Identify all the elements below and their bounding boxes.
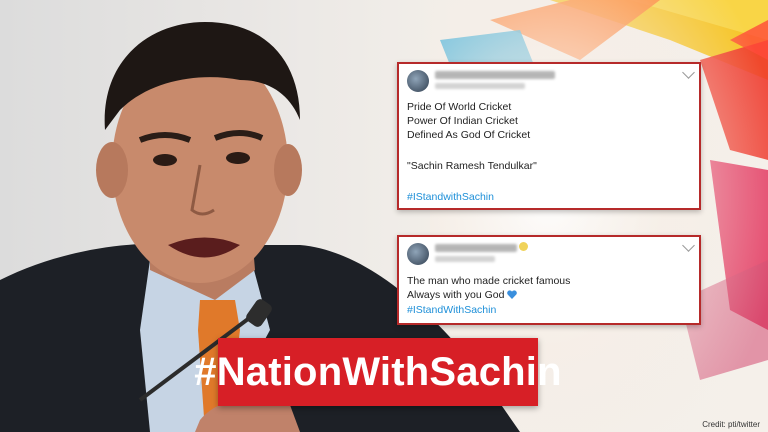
photo-credit: Credit: pti/twitter <box>702 420 760 429</box>
tweet-text: Always with you God <box>407 289 505 301</box>
blurred-username <box>435 244 517 252</box>
blurred-username <box>435 71 555 79</box>
tweet-text-line: The man who made cricket famous <box>407 275 571 287</box>
hashtag-banner: #NationWithSachin <box>194 338 562 406</box>
tweet-text-line: Pride Of World Cricket <box>407 101 512 113</box>
news-graphic: Pride Of World Cricket Power Of Indian C… <box>0 0 768 432</box>
chevron-down-icon <box>682 66 695 79</box>
tweet-text-line: Defined As God Of Cricket <box>407 129 531 141</box>
tweet-card-2: The man who made cricket famous Always w… <box>397 235 701 325</box>
avatar <box>407 70 429 92</box>
tweet-card-1: Pride Of World Cricket Power Of Indian C… <box>397 62 701 210</box>
chevron-down-icon <box>682 239 695 252</box>
tweet-hashtag: #IStandWithSachin <box>407 304 497 316</box>
avatar <box>407 243 429 265</box>
banner-text: #NationWithSachin <box>194 349 562 394</box>
blue-heart-icon <box>507 290 518 299</box>
verified-badge-icon <box>519 242 528 251</box>
blurred-handle <box>435 83 525 89</box>
tweet-hashtag: #IStandwithSachin <box>407 191 494 203</box>
blurred-handle <box>435 256 495 262</box>
tweet-quote: "Sachin Ramesh Tendulkar" <box>407 160 537 172</box>
tweet-text-line: Power Of Indian Cricket <box>407 115 518 127</box>
tweet-text-line-with-heart: Always with you God <box>407 289 518 302</box>
